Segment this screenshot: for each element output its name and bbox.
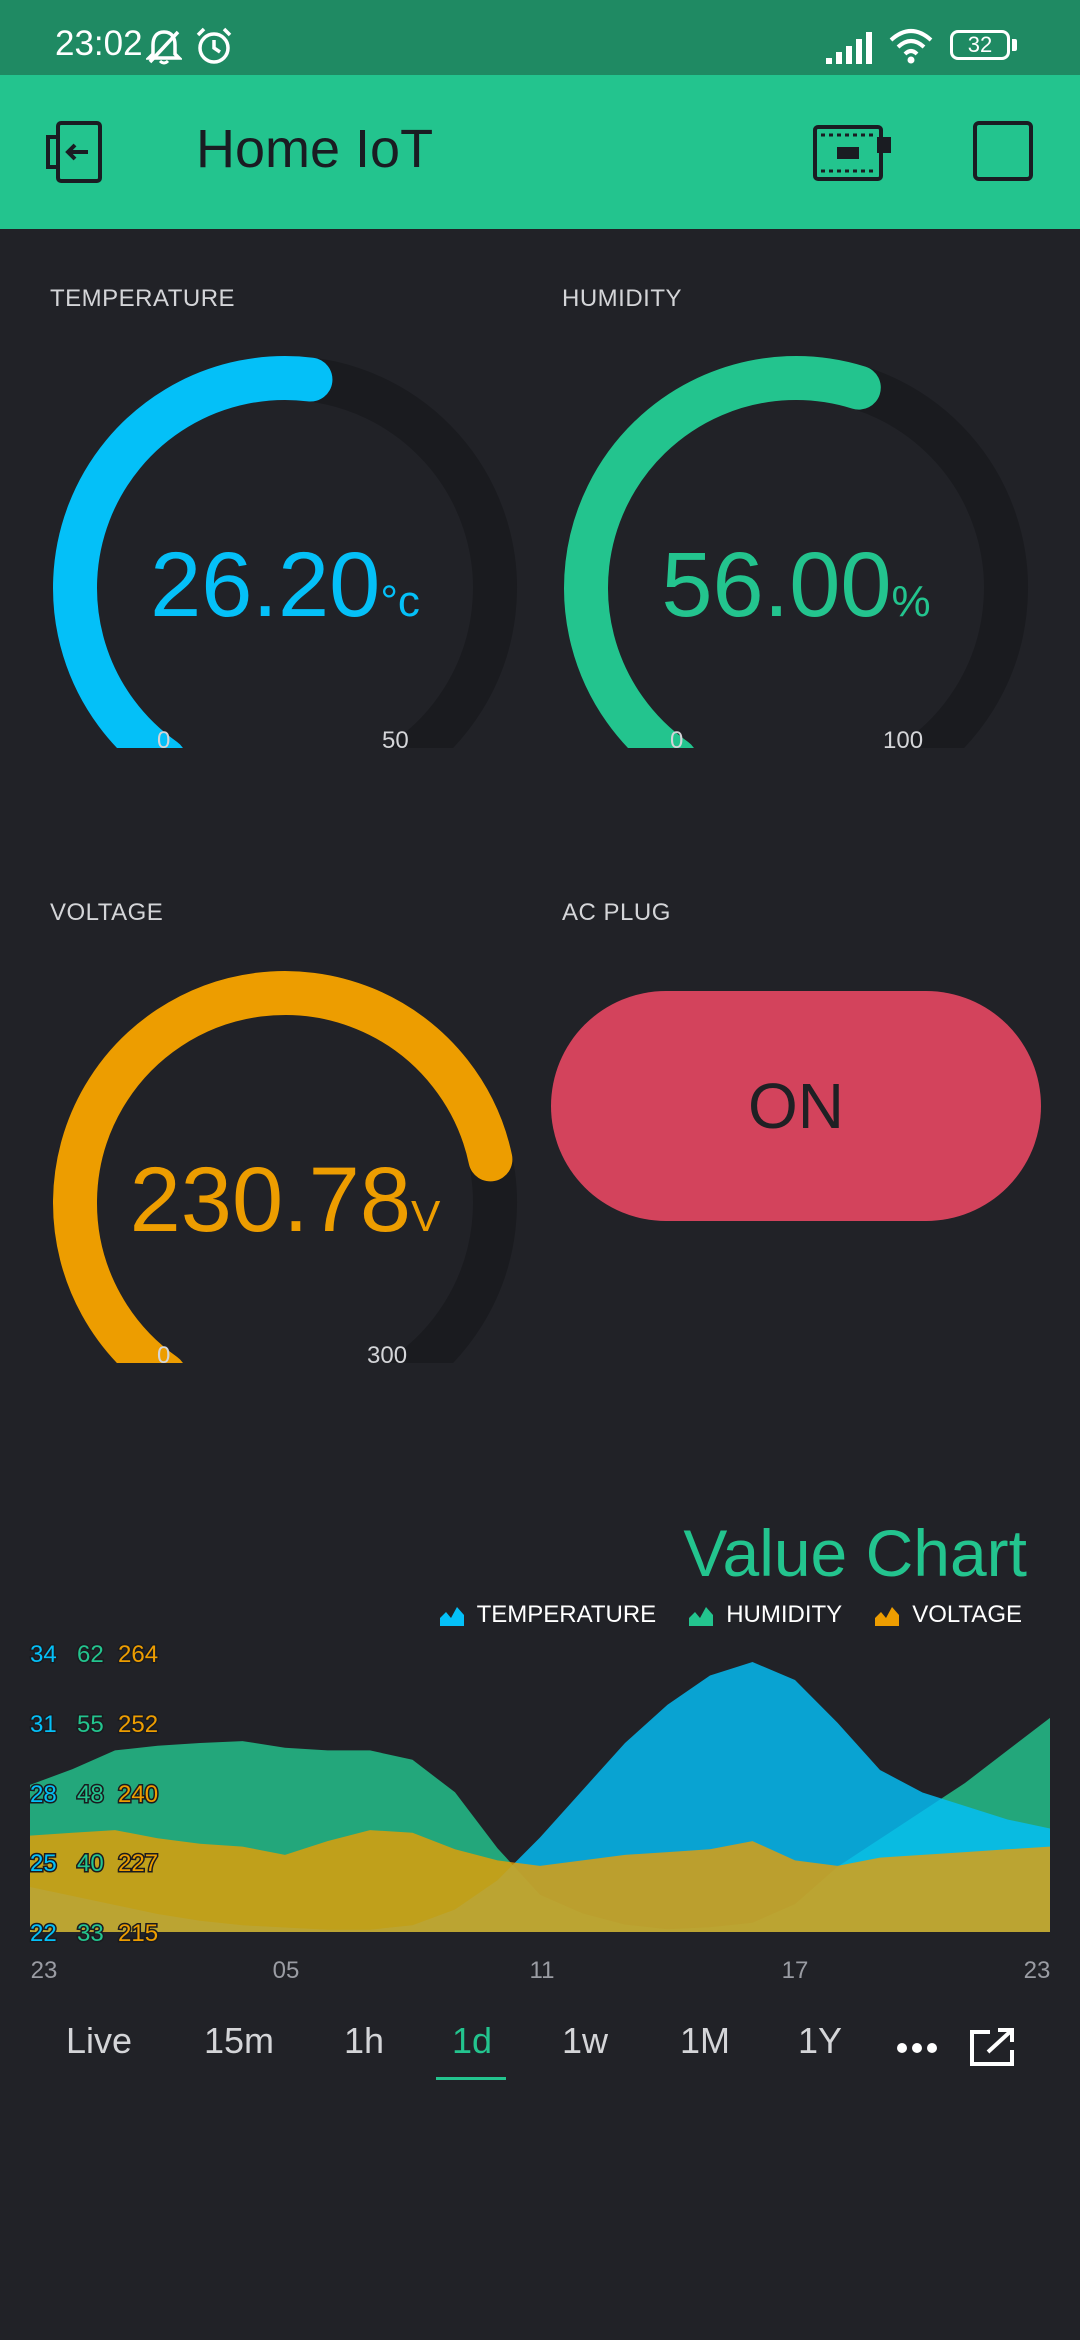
plug-label: AC PLUG xyxy=(562,899,671,926)
y-tick-voltage: 227 xyxy=(118,1850,158,1877)
humidity-number: 56.00 xyxy=(661,534,892,636)
temperature-label: TEMPERATURE xyxy=(50,285,236,312)
device-icon[interactable] xyxy=(813,123,893,183)
area-chart-icon xyxy=(689,1607,714,1626)
tab-1w[interactable]: 1w xyxy=(562,2020,608,2062)
tab-15m[interactable]: 15m xyxy=(204,2020,274,2062)
humidity-unit: % xyxy=(891,577,931,626)
status-bar: 23:02 32 xyxy=(0,0,1080,75)
humidity-min: 0 xyxy=(670,727,684,754)
bell-off-icon xyxy=(146,30,182,65)
temperature-max: 50 xyxy=(382,727,409,754)
more-icon[interactable] xyxy=(896,2042,938,2054)
value-chart[interactable]: 34 31 28 25 22 62 55 48 40 33 264 252 240 227 215 23 05… xyxy=(0,1640,1080,1980)
chart-legend: TEMPERATURE HUMIDITY VOLTAGE xyxy=(439,1601,1022,1629)
x-tick: 05 xyxy=(273,1957,300,1980)
y-tick-voltage: 264 xyxy=(118,1641,158,1668)
temperature-unit: °c xyxy=(380,577,420,626)
battery-icon: 32 xyxy=(950,30,1010,60)
back-icon[interactable] xyxy=(44,119,110,185)
voltage-number: 230.78 xyxy=(129,1149,412,1251)
stop-icon[interactable] xyxy=(973,121,1033,181)
area-chart-icon xyxy=(439,1607,464,1626)
area-chart-icon xyxy=(875,1607,900,1626)
y-tick-humidity: 33 xyxy=(77,1920,104,1947)
y-tick-voltage: 240 xyxy=(118,1781,158,1808)
voltage-unit: V xyxy=(411,1192,441,1241)
x-tick: 11 xyxy=(530,1957,555,1980)
y-tick-voltage: 252 xyxy=(118,1711,158,1738)
voltage-max: 300 xyxy=(367,1342,408,1369)
legend-humidity-label: HUMIDITY xyxy=(726,1601,843,1628)
temperature-value: 26.20°c xyxy=(45,533,525,638)
voltage-min: 0 xyxy=(157,1342,171,1369)
tab-1m[interactable]: 1M xyxy=(680,2020,730,2062)
x-tick: 17 xyxy=(782,1957,809,1980)
ac-plug-button[interactable]: ON xyxy=(551,991,1041,1221)
humidity-label: HUMIDITY xyxy=(562,285,682,312)
legend-temperature: TEMPERATURE xyxy=(439,1601,657,1629)
y-tick-humidity: 40 xyxy=(77,1850,104,1877)
legend-voltage-label: VOLTAGE xyxy=(912,1601,1022,1628)
tab-1y[interactable]: 1Y xyxy=(798,2020,842,2062)
legend-voltage: VOLTAGE xyxy=(874,1601,1022,1629)
status-time: 23:02 xyxy=(55,24,143,63)
y-tick-humidity: 55 xyxy=(77,1711,104,1738)
y-tick-temperature: 31 xyxy=(30,1711,57,1738)
legend-temperature-label: TEMPERATURE xyxy=(476,1601,657,1628)
active-tab-indicator xyxy=(436,2077,506,2080)
y-tick-temperature: 22 xyxy=(30,1920,57,1947)
y-tick-temperature: 34 xyxy=(30,1641,57,1668)
tab-1h[interactable]: 1h xyxy=(344,2020,384,2062)
chart-title: Value Chart xyxy=(683,1516,1027,1590)
time-range-tabs: Live 15m 1h 1d 1w 1M 1Y xyxy=(0,2020,1080,2080)
y-tick-temperature: 28 xyxy=(30,1781,57,1808)
x-tick: 23 xyxy=(31,1957,58,1980)
temperature-number: 26.20 xyxy=(150,534,381,636)
signal-icon xyxy=(826,32,872,64)
app-title: Home IoT xyxy=(196,119,434,179)
app-bar: Home IoT xyxy=(0,75,1080,229)
battery-tip xyxy=(1012,39,1017,51)
temperature-min: 0 xyxy=(157,727,171,754)
voltage-label: VOLTAGE xyxy=(50,899,164,926)
legend-humidity: HUMIDITY xyxy=(688,1601,842,1629)
humidity-value: 56.00% xyxy=(556,533,1036,638)
tab-live[interactable]: Live xyxy=(66,2020,132,2062)
x-tick: 23 xyxy=(1024,1957,1051,1980)
y-tick-humidity: 48 xyxy=(77,1781,104,1808)
y-tick-temperature: 25 xyxy=(30,1850,57,1877)
humidity-max: 100 xyxy=(883,727,924,754)
export-icon[interactable] xyxy=(968,2026,1018,2068)
tab-1d[interactable]: 1d xyxy=(452,2020,492,2062)
alarm-icon xyxy=(196,27,232,64)
voltage-value: 230.78V xyxy=(45,1148,525,1253)
y-tick-humidity: 62 xyxy=(77,1641,104,1668)
wifi-icon xyxy=(889,29,933,64)
battery-level: 32 xyxy=(967,32,993,57)
y-tick-voltage: 215 xyxy=(118,1920,158,1947)
plug-state: ON xyxy=(748,1070,844,1142)
